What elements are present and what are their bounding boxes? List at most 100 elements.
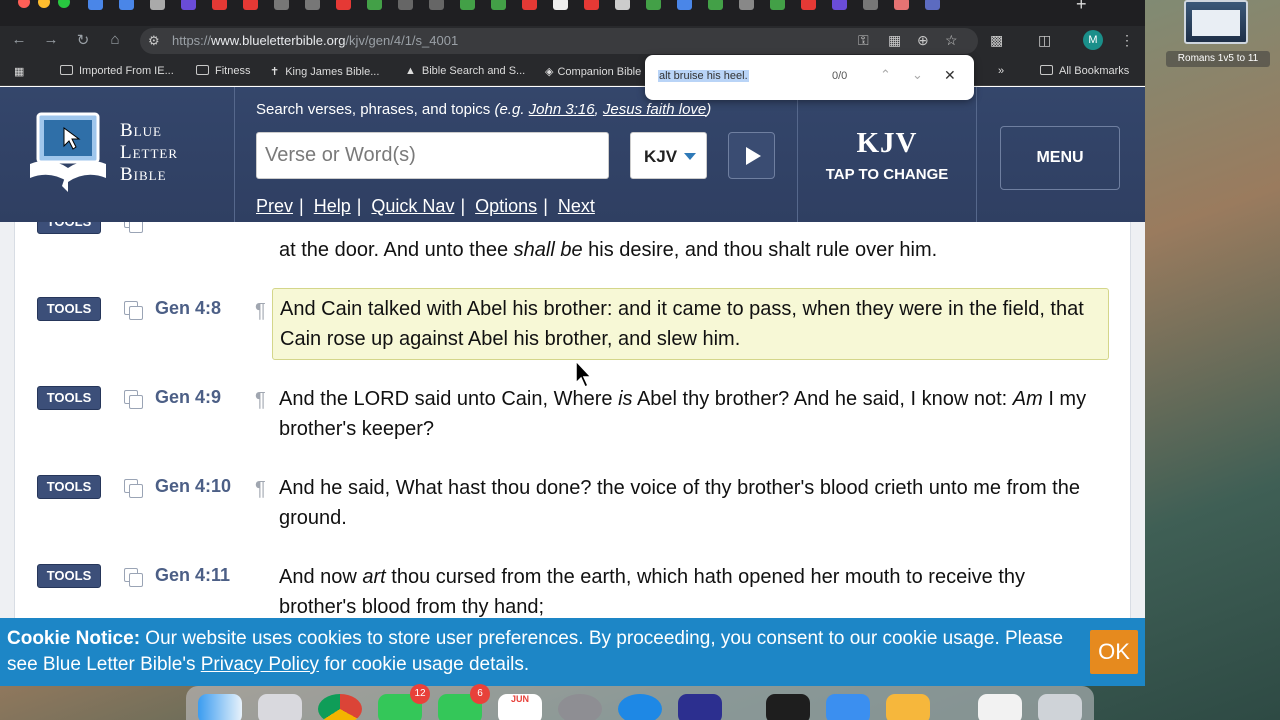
tools-button[interactable]: TOOLS	[37, 475, 101, 499]
forward-arrow-icon[interactable]: →	[40, 31, 62, 48]
more-bookmarks-chevron[interactable]: »	[998, 65, 1004, 77]
back-arrow-icon[interactable]: ←	[8, 31, 30, 48]
cookie-ok-button[interactable]: OK	[1090, 630, 1138, 674]
page-action-icon[interactable]: ▦	[888, 32, 901, 49]
tools-button[interactable]: TOOLS	[37, 386, 101, 410]
tab-favicon[interactable]	[522, 0, 537, 10]
extensions-icon[interactable]: ▩	[990, 32, 1003, 49]
terminal-icon[interactable]	[766, 694, 810, 720]
verse-reference[interactable]: Gen 4:11	[155, 565, 230, 586]
tab-favicon[interactable]	[88, 0, 103, 10]
tab-favicon[interactable]	[894, 0, 909, 10]
tab-favicon[interactable]	[832, 0, 847, 10]
launchpad-icon[interactable]	[258, 694, 302, 720]
tab-favicon[interactable]	[243, 0, 258, 10]
reload-icon[interactable]: ↻	[72, 31, 94, 49]
search-example-link[interactable]: Jesus faith love	[603, 101, 706, 118]
tab-favicon[interactable]	[212, 0, 227, 10]
bookmark-star-icon[interactable]: ☆	[945, 32, 958, 49]
tab-favicon[interactable]	[336, 0, 351, 10]
more-options-icon[interactable]: ⋮	[1120, 32, 1134, 49]
tab-favicon[interactable]	[925, 0, 940, 10]
tab-favicon[interactable]	[739, 0, 754, 10]
tab-favicon[interactable]	[863, 0, 878, 10]
home-icon[interactable]: ⌂	[104, 31, 126, 48]
zoom-icon[interactable]: ⊕	[917, 32, 929, 49]
safari-icon[interactable]	[618, 694, 662, 720]
next-link[interactable]: Next	[558, 196, 595, 216]
tab-favicon[interactable]	[491, 0, 506, 10]
copy-icon[interactable]	[124, 301, 143, 320]
search-go-button[interactable]	[728, 132, 775, 179]
bookmark-king-james[interactable]: ✝ King James Bible...	[270, 65, 379, 78]
new-tab-button[interactable]: +	[1076, 0, 1087, 15]
close-icon[interactable]: ✕	[944, 67, 956, 84]
close-window-button[interactable]	[18, 0, 30, 8]
bookmark-folder-fitness[interactable]: Fitness	[196, 65, 250, 77]
chrome-icon[interactable]	[318, 694, 362, 720]
tab-favicon[interactable]	[367, 0, 382, 10]
menu-button[interactable]: MENU	[1000, 126, 1120, 190]
verse-reference[interactable]: Gen 4:9	[155, 387, 221, 408]
quick-nav-link[interactable]: Quick Nav	[371, 196, 454, 216]
search-example-link[interactable]: John 3:16	[529, 101, 595, 118]
app-icon[interactable]	[678, 694, 722, 720]
find-previous-chevron-up-icon[interactable]: ⌃	[880, 67, 891, 83]
copy-icon[interactable]	[124, 222, 143, 233]
site-logo[interactable]: Blue Letter Bible	[0, 87, 235, 222]
tab-favicon[interactable]	[801, 0, 816, 10]
tab-favicon[interactable]	[615, 0, 630, 10]
desktop-file-thumbnail[interactable]	[1184, 0, 1248, 44]
verse-reference[interactable]: Gen 4:10	[155, 476, 231, 497]
version-select[interactable]: KJV	[630, 132, 707, 179]
tips-icon[interactable]	[886, 694, 930, 720]
side-panel-icon[interactable]: ◫	[1038, 32, 1051, 49]
help-link[interactable]: Help	[314, 196, 351, 216]
trash-icon[interactable]	[1038, 694, 1082, 720]
document-icon[interactable]	[978, 694, 1022, 720]
tab-favicon[interactable]	[181, 0, 196, 10]
tab-favicon[interactable]	[646, 0, 661, 10]
tools-button[interactable]: TOOLS	[37, 222, 101, 234]
prev-link[interactable]: Prev	[256, 196, 293, 216]
tab-favicon[interactable]	[460, 0, 475, 10]
tab-favicon[interactable]	[770, 0, 785, 10]
options-link[interactable]: Options	[475, 196, 537, 216]
tab-favicon[interactable]	[553, 0, 568, 10]
tab-favicon[interactable]	[119, 0, 134, 10]
copy-icon[interactable]	[124, 568, 143, 587]
tab-favicon[interactable]	[677, 0, 692, 10]
tools-button[interactable]: TOOLS	[37, 564, 101, 588]
apps-grid-icon[interactable]: ▦	[14, 65, 24, 78]
url-text[interactable]: https://www.blueletterbible.org/kjv/gen/…	[172, 33, 458, 48]
maximize-window-button[interactable]	[58, 0, 70, 8]
tab-favicon[interactable]	[398, 0, 413, 10]
find-next-chevron-down-icon[interactable]: ⌄	[912, 67, 923, 83]
copy-icon[interactable]	[124, 479, 143, 498]
tab-favicon[interactable]	[274, 0, 289, 10]
tab-favicon[interactable]	[708, 0, 723, 10]
verse-reference[interactable]: Gen 4:8	[155, 298, 221, 319]
bookmark-companion-bible[interactable]: ◈ Companion Bible	[545, 65, 641, 78]
finder-icon[interactable]	[198, 694, 242, 720]
all-bookmarks-folder[interactable]: All Bookmarks	[1040, 65, 1129, 77]
tab-favicon[interactable]	[429, 0, 444, 10]
minimize-window-button[interactable]	[38, 0, 50, 8]
bookmark-folder-imported[interactable]: Imported From IE...	[60, 65, 174, 77]
desktop-file-label[interactable]: Romans 1v5 to 11	[1166, 51, 1270, 67]
tools-button[interactable]: TOOLS	[37, 297, 101, 321]
site-settings-icon[interactable]: ⚙	[148, 33, 160, 49]
profile-avatar[interactable]: M	[1083, 30, 1103, 50]
system-settings-icon[interactable]	[558, 694, 602, 720]
mail-icon[interactable]	[826, 694, 870, 720]
tab-favicon[interactable]	[305, 0, 320, 10]
calendar-icon[interactable]: JUN	[498, 694, 542, 720]
version-change-button[interactable]: KJV TAP TO CHANGE	[797, 87, 977, 222]
bookmark-bible-search[interactable]: ▲ Bible Search and S...	[405, 65, 525, 77]
copy-icon[interactable]	[124, 390, 143, 409]
address-bar[interactable]: ⚙ https://www.blueletterbible.org/kjv/ge…	[140, 28, 978, 54]
password-key-icon[interactable]: ⚿	[858, 32, 869, 49]
find-input[interactable]: alt bruise his heel.	[658, 70, 749, 82]
privacy-policy-link[interactable]: Privacy Policy	[201, 654, 319, 675]
tab-favicon[interactable]	[150, 0, 165, 10]
